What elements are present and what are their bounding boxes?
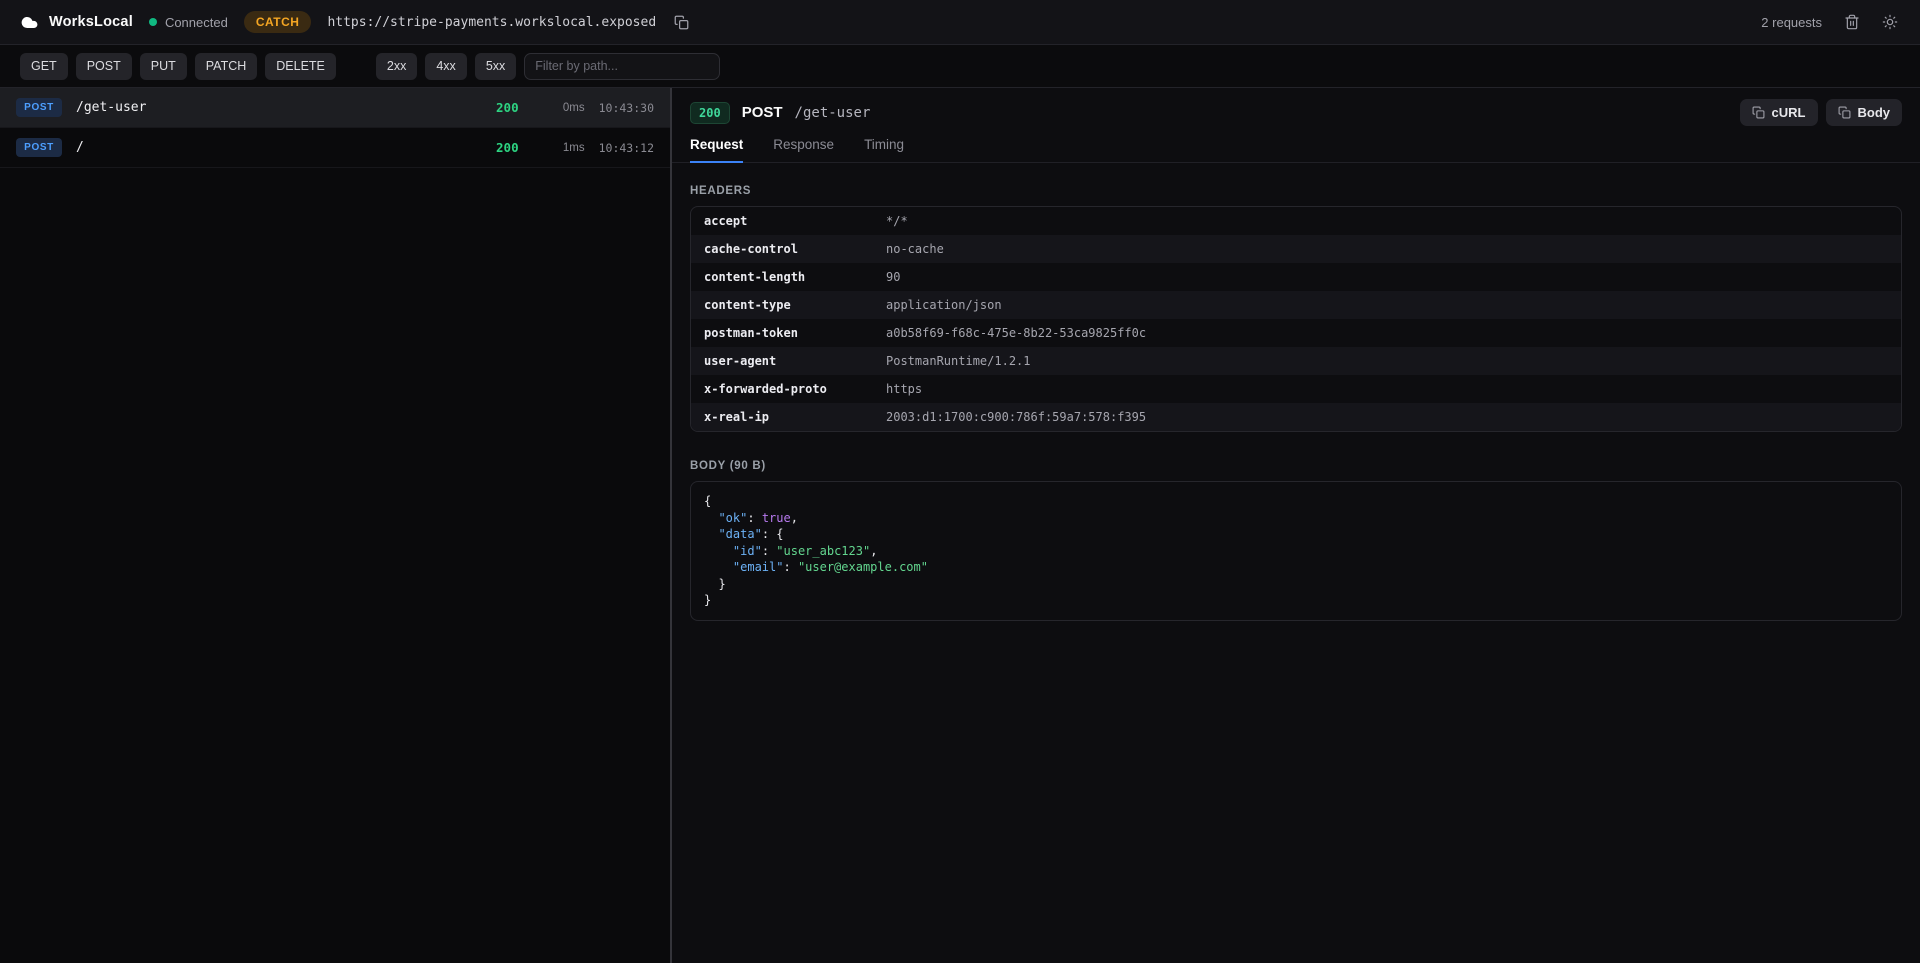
copy-icon xyxy=(1752,106,1765,119)
detail-method: POST xyxy=(742,104,783,121)
status-code: 200 xyxy=(496,100,519,115)
header-name: x-real-ip xyxy=(691,410,886,424)
app-name: WorksLocal xyxy=(49,14,133,30)
theme-toggle-button[interactable] xyxy=(1880,12,1900,32)
topbar-right: 2 requests xyxy=(1761,12,1900,32)
detail-path: /get-user xyxy=(795,105,871,121)
header-value: application/json xyxy=(886,298,1002,312)
header-row: accept */* xyxy=(691,207,1901,235)
request-duration: 1ms xyxy=(539,142,585,154)
brand: WorksLocal xyxy=(20,13,133,32)
header-value: https xyxy=(886,382,922,396)
header-value: PostmanRuntime/1.2.1 xyxy=(886,354,1031,368)
request-list: POST /get-user 200 0ms 10:43:30 POST / 2… xyxy=(0,88,672,963)
request-row[interactable]: POST / 200 1ms 10:43:12 xyxy=(0,128,670,168)
copy-url-button[interactable] xyxy=(672,13,691,32)
code-token: "user@example.com" xyxy=(798,560,928,574)
cloud-icon xyxy=(20,13,39,32)
status-filter-button[interactable]: 4xx xyxy=(425,53,466,80)
header-row: user-agent PostmanRuntime/1.2.1 xyxy=(691,347,1901,375)
header-row: x-forwarded-proto https xyxy=(691,375,1901,403)
header-name: content-type xyxy=(691,298,886,312)
code-token: { xyxy=(704,494,718,525)
detail-status-badge: 200 xyxy=(690,102,730,124)
header-row: content-length 90 xyxy=(691,263,1901,291)
connection-status: Connected xyxy=(149,15,228,30)
tunnel-url: https://stripe-payments.workslocal.expos… xyxy=(327,15,656,30)
copy-curl-button[interactable]: cURL xyxy=(1740,99,1818,126)
connection-label: Connected xyxy=(165,15,228,30)
request-path: / xyxy=(76,140,84,155)
main-split: POST /get-user 200 0ms 10:43:30 POST / 2… xyxy=(0,88,1920,963)
request-duration: 0ms xyxy=(539,102,585,114)
code-token: } } xyxy=(704,577,726,608)
request-timestamp: 10:43:30 xyxy=(599,101,654,115)
method-badge: POST xyxy=(16,98,62,117)
method-filter-button[interactable]: POST xyxy=(76,53,132,80)
status-code: 200 xyxy=(496,140,519,155)
request-detail-panel: 200 POST /get-user cURL Body Request Resp… xyxy=(672,88,1920,963)
method-filter-button[interactable]: GET xyxy=(20,53,68,80)
detail-tab[interactable]: Response xyxy=(773,137,834,163)
header-name: cache-control xyxy=(691,242,886,256)
header-name: user-agent xyxy=(691,354,886,368)
detail-tab[interactable]: Request xyxy=(690,137,743,163)
method-filter-button[interactable]: PATCH xyxy=(195,53,258,80)
code-token: "id" xyxy=(733,544,762,558)
detail-content: HEADERS accept */* cache-control no-cach… xyxy=(672,163,1920,643)
code-token: : xyxy=(747,511,761,525)
header-value: 90 xyxy=(886,270,900,284)
header-name: postman-token xyxy=(691,326,886,340)
header-row: cache-control no-cache xyxy=(691,235,1901,263)
mode-badge: CATCH xyxy=(244,11,312,33)
code-token: true xyxy=(762,511,791,525)
request-body-json: { "ok": true, "data": { "id": "user_abc1… xyxy=(690,481,1902,621)
curl-button-label: cURL xyxy=(1772,105,1806,120)
method-badge: POST xyxy=(16,138,62,157)
clear-requests-button[interactable] xyxy=(1842,12,1862,32)
body-section-title: BODY (90 B) xyxy=(690,460,1902,472)
header-row: x-real-ip 2003:d1:1700:c900:786f:59a7:57… xyxy=(691,403,1901,431)
code-token: : xyxy=(783,560,797,574)
header-value: a0b58f69-f68c-475e-8b22-53ca9825ff0c xyxy=(886,326,1146,340)
code-token: "ok" xyxy=(718,511,747,525)
header-row: content-type application/json xyxy=(691,291,1901,319)
header-value: no-cache xyxy=(886,242,944,256)
header-row: postman-token a0b58f69-f68c-475e-8b22-53… xyxy=(691,319,1901,347)
copy-icon xyxy=(674,15,689,30)
topbar: WorksLocal Connected CATCH https://strip… xyxy=(0,0,1920,45)
header-name: content-length xyxy=(691,270,886,284)
detail-header: 200 POST /get-user cURL Body xyxy=(672,88,1920,137)
body-button-label: Body xyxy=(1858,105,1891,120)
header-name: accept xyxy=(691,214,886,228)
method-filter-button[interactable]: PUT xyxy=(140,53,187,80)
request-path: /get-user xyxy=(76,100,146,115)
code-token: : xyxy=(762,544,776,558)
path-filter-input[interactable] xyxy=(524,53,720,80)
code-token: "email" xyxy=(733,560,784,574)
detail-tab[interactable]: Timing xyxy=(864,137,904,163)
header-name: x-forwarded-proto xyxy=(691,382,886,396)
trash-icon xyxy=(1844,14,1860,30)
status-filter-button[interactable]: 5xx xyxy=(475,53,516,80)
detail-tabs: Request Response Timing xyxy=(672,137,1920,163)
request-row[interactable]: POST /get-user 200 0ms 10:43:30 xyxy=(0,88,670,128)
method-filter-button[interactable]: DELETE xyxy=(265,53,336,80)
headers-section-title: HEADERS xyxy=(690,185,1902,197)
detail-actions: cURL Body xyxy=(1740,99,1902,126)
header-value: */* xyxy=(886,214,908,228)
header-value: 2003:d1:1700:c900:786f:59a7:578:f395 xyxy=(886,410,1146,424)
connected-dot-icon xyxy=(149,18,157,26)
status-filter-button[interactable]: 2xx xyxy=(376,53,417,80)
filter-bar: GET POST PUT PATCH DELETE 2xx 4xx 5xx xyxy=(0,45,1920,88)
copy-icon xyxy=(1838,106,1851,119)
copy-body-button[interactable]: Body xyxy=(1826,99,1903,126)
request-timestamp: 10:43:12 xyxy=(599,141,654,155)
request-count: 2 requests xyxy=(1761,15,1822,30)
code-token: "user_abc123" xyxy=(776,544,870,558)
code-token: "data" xyxy=(718,527,761,541)
sun-icon xyxy=(1882,14,1898,30)
headers-table: accept */* cache-control no-cache conten… xyxy=(690,206,1902,432)
